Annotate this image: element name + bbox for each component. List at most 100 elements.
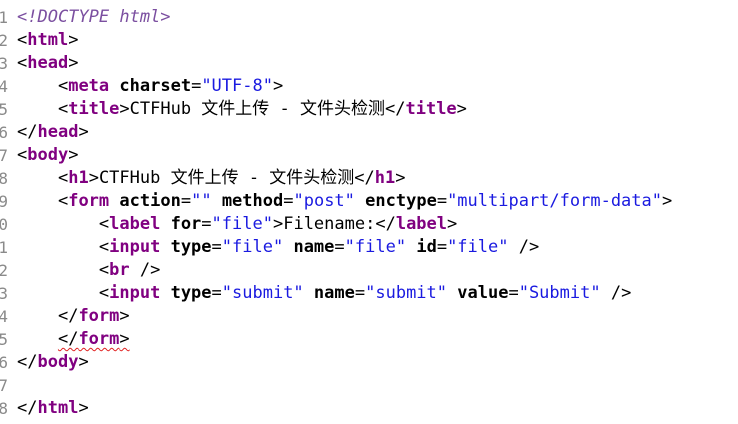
code-line[interactable]: <html>	[17, 29, 672, 52]
text-token: CTFHub 文件上传 - 文件头检测	[129, 99, 385, 119]
bracket-token: >	[447, 214, 458, 234]
bracket-token: >	[68, 53, 79, 73]
code-line[interactable]: <!DOCTYPE html>	[17, 6, 672, 29]
bracket-token: <	[57, 191, 69, 211]
attribute-value-token: "submit"	[221, 283, 304, 303]
line-number: 11	[0, 238, 8, 257]
code-tokens: </body>	[17, 352, 89, 372]
tag-name-token: html	[37, 398, 79, 418]
bracket-token: </	[375, 214, 396, 234]
tag-name-token: form	[78, 306, 120, 326]
bracket-token: <	[57, 99, 69, 119]
error-highlighted-code: </form>	[58, 329, 130, 349]
code-line[interactable]: </form>	[17, 305, 672, 328]
line-number: 4	[0, 77, 8, 96]
text-token: Filename:	[283, 214, 376, 234]
code-tokens: <input type="file" name="file" id="file"…	[99, 237, 539, 257]
tag-name-token: input	[109, 283, 161, 303]
equals-token: =	[436, 191, 448, 211]
bracket-token: >	[395, 168, 406, 188]
line-number: 14	[0, 307, 8, 326]
code-area[interactable]: <!DOCTYPE html> <html> <head> <meta charse…	[17, 6, 672, 420]
attribute-name-token: type	[170, 283, 212, 303]
equals-token: =	[334, 237, 345, 257]
equals-token: =	[201, 214, 212, 234]
code-line[interactable]: <input type="submit" name="submit" value…	[17, 282, 672, 305]
code-tokens: <title>CTFHub 文件上传 - 文件头检测</title>	[58, 99, 467, 119]
tag-name-token: body	[37, 352, 79, 372]
code-line[interactable]: <title>CTFHub 文件上传 - 文件头检测</title>	[17, 98, 672, 121]
bracket-token: <	[57, 76, 69, 96]
bracket-token: />	[610, 283, 632, 303]
tag-name-token: html	[27, 30, 69, 50]
code-line[interactable]: </form>	[17, 328, 672, 351]
bracket-token: >	[78, 398, 89, 418]
equals-token: =	[191, 76, 202, 96]
code-line[interactable]: </html>	[17, 397, 672, 420]
line-number: 18	[0, 399, 8, 418]
bracket-token: >	[119, 99, 130, 119]
attribute-value-token: "submit"	[365, 283, 448, 303]
code-line[interactable]: <input type="file" name="file" id="file"…	[17, 236, 672, 259]
line-number: 15	[0, 330, 8, 349]
bracket-token: </	[57, 329, 79, 349]
tag-name-token: head	[27, 53, 69, 73]
equals-token: =	[211, 283, 222, 303]
bracket-token: />	[139, 260, 161, 280]
attribute-value-token: "UTF-8"	[201, 76, 273, 96]
line-number: 13	[0, 284, 8, 303]
code-editor[interactable]: 123456789101112131415161718 <!DOCTYPE ht…	[0, 0, 738, 424]
line-number: 17	[0, 376, 8, 395]
code-tokens: <!DOCTYPE html>	[17, 7, 171, 27]
attribute-value-token: "post"	[293, 191, 355, 211]
attribute-name-token: action	[119, 191, 181, 211]
bracket-token: >	[456, 99, 467, 119]
equals-token: =	[180, 191, 192, 211]
code-line[interactable]: </head>	[17, 121, 672, 144]
bracket-token: <	[57, 168, 69, 188]
doctype-token: <!DOCTYPE html>	[17, 7, 171, 27]
attribute-name-token: method	[221, 191, 284, 211]
line-number: 9	[0, 192, 8, 211]
tag-name-token: br	[109, 260, 130, 280]
bracket-token: >	[68, 145, 79, 165]
equals-token: =	[508, 283, 519, 303]
line-number: 3	[0, 54, 8, 73]
code-line[interactable]: <head>	[17, 52, 672, 75]
attribute-value-token: "Submit"	[518, 283, 601, 303]
code-line[interactable]: <form action="" method="post" enctype="m…	[17, 190, 672, 213]
bracket-token: <	[98, 283, 110, 303]
bracket-token: <	[17, 53, 28, 73]
tag-name-token: meta	[68, 76, 110, 96]
code-tokens: <input type="submit" name="submit" value…	[99, 283, 631, 303]
bracket-token: </	[57, 306, 79, 326]
code-line[interactable]: <label for="file">Filename:</label>	[17, 213, 672, 236]
bracket-token: >	[272, 76, 284, 96]
line-number: 2	[0, 31, 8, 50]
code-line[interactable]: <h1>CTFHub 文件上传 - 文件头检测</h1>	[17, 167, 672, 190]
code-line[interactable]: <meta charset="UTF-8">	[17, 75, 672, 98]
code-line[interactable]: <body>	[17, 144, 672, 167]
equals-token: =	[211, 237, 222, 257]
tag-name-token: head	[37, 122, 79, 142]
line-number: 5	[0, 100, 8, 119]
code-line[interactable]: <br />	[17, 259, 672, 282]
code-line[interactable]	[17, 374, 672, 397]
attribute-name-token: name	[313, 283, 355, 303]
code-line[interactable]: </body>	[17, 351, 672, 374]
